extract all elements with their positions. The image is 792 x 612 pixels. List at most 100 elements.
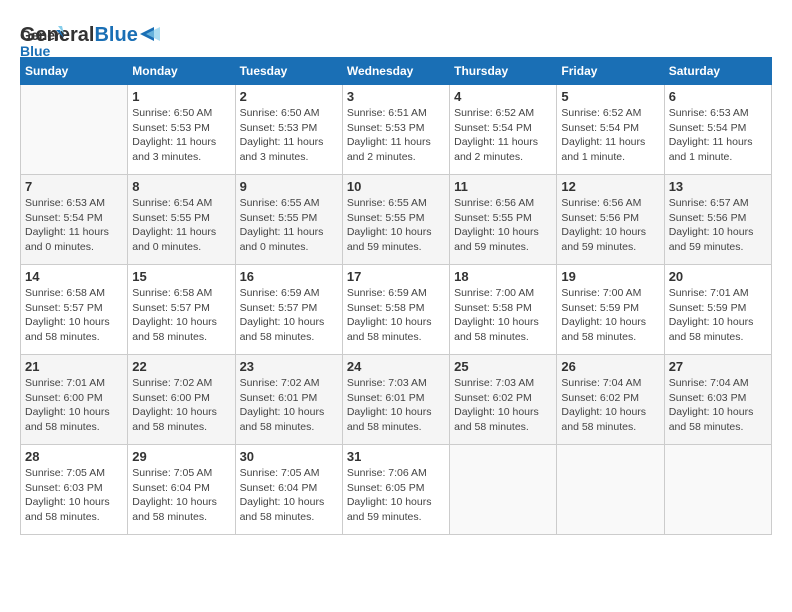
calendar-cell: 19 Sunrise: 7:00 AMSunset: 5:59 PMDayligh…: [557, 265, 664, 355]
day-info: Sunrise: 6:53 AMSunset: 5:54 PMDaylight:…: [25, 196, 123, 255]
day-info: Sunrise: 6:58 AMSunset: 5:57 PMDaylight:…: [25, 286, 123, 345]
day-info: Sunrise: 7:02 AMSunset: 6:01 PMDaylight:…: [240, 376, 338, 435]
calendar-week-row: 28 Sunrise: 7:05 AMSunset: 6:03 PMDayligh…: [21, 445, 772, 535]
calendar-cell: 16Sunrise: 6:59 AMSunset: 5:57 PMDayligh…: [235, 265, 342, 355]
day-number: 18: [454, 269, 552, 284]
day-number: 4: [454, 89, 552, 104]
day-number: 8: [132, 179, 230, 194]
day-number: 16: [240, 269, 338, 284]
calendar-cell: 8Sunrise: 6:54 AMSunset: 5:55 PMDaylight…: [128, 175, 235, 265]
logo-icon: General Blue: [20, 20, 64, 64]
day-info: Sunrise: 7:00 AMSunset: 5:59 PMDaylight:…: [561, 286, 659, 345]
day-info: Sunrise: 7:00 AMSunset: 5:58 PMDaylight:…: [454, 286, 552, 345]
day-info: Sunrise: 6:56 AMSunset: 5:56 PMDaylight:…: [561, 196, 659, 255]
calendar-cell: 18 Sunrise: 7:00 AMSunset: 5:58 PMDayligh…: [450, 265, 557, 355]
calendar-cell: 28 Sunrise: 7:05 AMSunset: 6:03 PMDayligh…: [21, 445, 128, 535]
calendar-cell: 22 Sunrise: 7:02 AMSunset: 6:00 PMDayligh…: [128, 355, 235, 445]
day-number: 13: [669, 179, 767, 194]
calendar-cell: 24 Sunrise: 7:03 AMSunset: 6:01 PMDayligh…: [342, 355, 449, 445]
calendar-cell: 27Sunrise: 7:04 AMSunset: 6:03 PMDayligh…: [664, 355, 771, 445]
day-number: 24: [347, 359, 445, 374]
day-info: Sunrise: 6:59 AMSunset: 5:58 PMDaylight:…: [347, 286, 445, 345]
calendar-header-row: SundayMondayTuesdayWednesdayThursdayFrid…: [21, 58, 772, 85]
logo-blue: Blue: [94, 24, 137, 47]
weekday-header-monday: Monday: [128, 58, 235, 85]
logo-arrow-icon: [140, 27, 160, 41]
logo: General Blue General Blue: [20, 20, 160, 47]
day-info: Sunrise: 6:50 AMSunset: 5:53 PMDaylight:…: [240, 106, 338, 165]
day-number: 11: [454, 179, 552, 194]
day-number: 20: [669, 269, 767, 284]
weekday-header-saturday: Saturday: [664, 58, 771, 85]
calendar-cell: [21, 85, 128, 175]
day-number: 31: [347, 449, 445, 464]
day-number: 6: [669, 89, 767, 104]
calendar-cell: 25 Sunrise: 7:03 AMSunset: 6:02 PMDayligh…: [450, 355, 557, 445]
calendar-cell: 23 Sunrise: 7:02 AMSunset: 6:01 PMDayligh…: [235, 355, 342, 445]
day-number: 29: [132, 449, 230, 464]
weekday-header-thursday: Thursday: [450, 58, 557, 85]
day-number: 3: [347, 89, 445, 104]
day-info: Sunrise: 7:03 AMSunset: 6:01 PMDaylight:…: [347, 376, 445, 435]
calendar-cell: 13Sunrise: 6:57 AMSunset: 5:56 PMDayligh…: [664, 175, 771, 265]
day-info: Sunrise: 7:04 AMSunset: 6:03 PMDaylight:…: [669, 376, 767, 435]
day-info: Sunrise: 7:05 AMSunset: 6:04 PMDaylight:…: [240, 466, 338, 525]
day-number: 23: [240, 359, 338, 374]
page-container: General Blue General Blue: [20, 20, 772, 535]
calendar-cell: 26Sunrise: 7:04 AMSunset: 6:02 PMDayligh…: [557, 355, 664, 445]
day-info: Sunrise: 7:03 AMSunset: 6:02 PMDaylight:…: [454, 376, 552, 435]
calendar-cell: 2Sunrise: 6:50 AMSunset: 5:53 PMDaylight…: [235, 85, 342, 175]
day-number: 7: [25, 179, 123, 194]
calendar-cell: 7 Sunrise: 6:53 AMSunset: 5:54 PMDaylight…: [21, 175, 128, 265]
day-info: Sunrise: 6:51 AMSunset: 5:53 PMDaylight:…: [347, 106, 445, 165]
day-number: 14: [25, 269, 123, 284]
calendar-cell: 30Sunrise: 7:05 AMSunset: 6:04 PMDayligh…: [235, 445, 342, 535]
calendar-cell: 4Sunrise: 6:52 AMSunset: 5:54 PMDaylight…: [450, 85, 557, 175]
day-number: 25: [454, 359, 552, 374]
calendar-cell: 1Sunrise: 6:50 AMSunset: 5:53 PMDaylight…: [128, 85, 235, 175]
day-info: Sunrise: 7:05 AMSunset: 6:03 PMDaylight:…: [25, 466, 123, 525]
calendar-week-row: 1Sunrise: 6:50 AMSunset: 5:53 PMDaylight…: [21, 85, 772, 175]
calendar-cell: 21 Sunrise: 7:01 AMSunset: 6:00 PMDayligh…: [21, 355, 128, 445]
calendar-table: SundayMondayTuesdayWednesdayThursdayFrid…: [20, 57, 772, 535]
day-info: Sunrise: 7:02 AMSunset: 6:00 PMDaylight:…: [132, 376, 230, 435]
calendar-cell: [557, 445, 664, 535]
day-info: Sunrise: 6:55 AMSunset: 5:55 PMDaylight:…: [240, 196, 338, 255]
calendar-cell: 10 Sunrise: 6:55 AMSunset: 5:55 PMDayligh…: [342, 175, 449, 265]
day-info: Sunrise: 6:52 AMSunset: 5:54 PMDaylight:…: [561, 106, 659, 165]
calendar-cell: 3 Sunrise: 6:51 AMSunset: 5:53 PMDaylight…: [342, 85, 449, 175]
day-number: 5: [561, 89, 659, 104]
day-number: 10: [347, 179, 445, 194]
weekday-header-friday: Friday: [557, 58, 664, 85]
weekday-header-wednesday: Wednesday: [342, 58, 449, 85]
calendar-cell: 14 Sunrise: 6:58 AMSunset: 5:57 PMDayligh…: [21, 265, 128, 355]
day-number: 21: [25, 359, 123, 374]
day-number: 17: [347, 269, 445, 284]
calendar-week-row: 14 Sunrise: 6:58 AMSunset: 5:57 PMDayligh…: [21, 265, 772, 355]
calendar-cell: 12 Sunrise: 6:56 AMSunset: 5:56 PMDayligh…: [557, 175, 664, 265]
calendar-cell: 20Sunrise: 7:01 AMSunset: 5:59 PMDayligh…: [664, 265, 771, 355]
calendar-cell: [450, 445, 557, 535]
day-info: Sunrise: 6:58 AMSunset: 5:57 PMDaylight:…: [132, 286, 230, 345]
day-number: 19: [561, 269, 659, 284]
calendar-cell: 17 Sunrise: 6:59 AMSunset: 5:58 PMDayligh…: [342, 265, 449, 355]
day-info: Sunrise: 7:05 AMSunset: 6:04 PMDaylight:…: [132, 466, 230, 525]
day-info: Sunrise: 7:06 AMSunset: 6:05 PMDaylight:…: [347, 466, 445, 525]
day-number: 15: [132, 269, 230, 284]
day-number: 9: [240, 179, 338, 194]
calendar-cell: 9 Sunrise: 6:55 AMSunset: 5:55 PMDaylight…: [235, 175, 342, 265]
day-info: Sunrise: 6:50 AMSunset: 5:53 PMDaylight:…: [132, 106, 230, 165]
day-info: Sunrise: 6:55 AMSunset: 5:55 PMDaylight:…: [347, 196, 445, 255]
day-number: 28: [25, 449, 123, 464]
day-info: Sunrise: 7:01 AMSunset: 6:00 PMDaylight:…: [25, 376, 123, 435]
day-number: 12: [561, 179, 659, 194]
header: General Blue General Blue: [20, 20, 772, 47]
calendar-cell: 31 Sunrise: 7:06 AMSunset: 6:05 PMDayligh…: [342, 445, 449, 535]
day-info: Sunrise: 6:53 AMSunset: 5:54 PMDaylight:…: [669, 106, 767, 165]
day-info: Sunrise: 6:56 AMSunset: 5:55 PMDaylight:…: [454, 196, 552, 255]
calendar-cell: 5 Sunrise: 6:52 AMSunset: 5:54 PMDaylight…: [557, 85, 664, 175]
day-info: Sunrise: 7:04 AMSunset: 6:02 PMDaylight:…: [561, 376, 659, 435]
day-number: 22: [132, 359, 230, 374]
calendar-week-row: 7 Sunrise: 6:53 AMSunset: 5:54 PMDaylight…: [21, 175, 772, 265]
calendar-cell: 6 Sunrise: 6:53 AMSunset: 5:54 PMDaylight…: [664, 85, 771, 175]
